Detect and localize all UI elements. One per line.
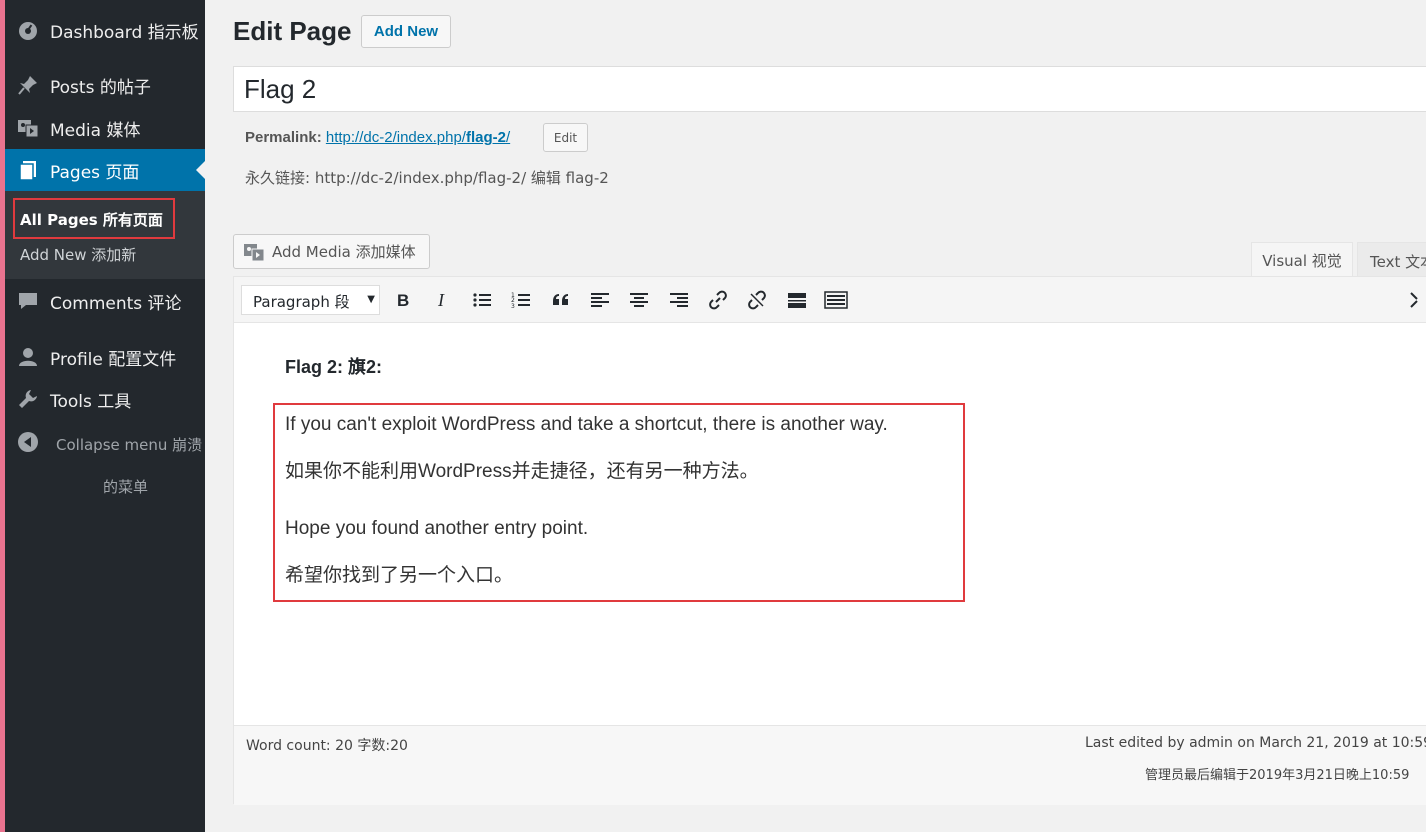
page-title: Edit Page <box>233 16 352 46</box>
toolbar-toggle-icon[interactable] <box>823 287 849 313</box>
permalink-trail: / <box>505 129 511 146</box>
content-heading: Flag 2: 旗2: <box>285 357 383 377</box>
pages-icon <box>19 161 36 181</box>
fullscreen-icon[interactable] <box>1406 287 1426 313</box>
pages-submenu: All Pages 所有页面 Add New 添加新 <box>5 191 205 279</box>
highlight-box <box>13 198 175 239</box>
align-right-icon[interactable] <box>666 287 692 313</box>
editor-content[interactable]: Flag 2: 旗2: If you can't exploit WordPre… <box>234 323 1426 725</box>
editor-status-bar: Word count: 20 字数:20 Last edited by admi… <box>234 725 1426 805</box>
format-select[interactable]: Paragraph 段 ▼ <box>241 285 380 315</box>
add-media-button[interactable]: Add Media 添加媒体 <box>233 234 430 269</box>
permalink-translation: 永久链接: http://dc-2/index.php/flag-2/ 编辑 f… <box>245 169 609 187</box>
word-count: Word count: 20 字数:20 <box>246 738 408 754</box>
permalink-label: Permalink: <box>245 129 322 146</box>
wrench-icon <box>19 390 37 408</box>
numbered-list-icon[interactable]: 123 <box>508 287 534 313</box>
remove-link-icon[interactable] <box>744 287 770 313</box>
comment-icon <box>19 293 37 309</box>
collapse-menu-label: Collapse menu 崩溃 <box>56 436 203 454</box>
submenu-item-add-new[interactable]: Add New 添加新 <box>20 244 136 265</box>
content-paragraph: Hope you found another entry point. <box>285 518 589 539</box>
last-edited: Last edited by admin on March 21, 2019 a… <box>1085 735 1426 751</box>
bulleted-list-icon[interactable] <box>469 287 495 313</box>
align-left-icon[interactable] <box>587 287 613 313</box>
sidebar-item-posts[interactable]: Posts 的帖子 <box>5 64 205 106</box>
bold-icon[interactable]: B <box>390 287 416 313</box>
collapse-arrow-icon <box>18 432 38 452</box>
sidebar-item-label: Dashboard 指示板 <box>50 22 199 43</box>
admin-sidebar: Dashboard 指示板 Posts 的帖子 Media 媒体 Pages 页… <box>5 0 205 832</box>
sidebar-item-label: Media 媒体 <box>50 120 141 141</box>
align-center-icon[interactable] <box>626 287 652 313</box>
svg-text:I: I <box>437 291 445 309</box>
tab-text[interactable]: Text 文本 <box>1357 242 1426 277</box>
permalink-base: http://dc-2/index.php/ <box>325 129 466 146</box>
sidebar-item-label: Profile 配置文件 <box>50 349 177 370</box>
permalink: Permalink: http://dc-2/index.php/flag-2/ <box>245 129 510 146</box>
sidebar-item-comments[interactable]: Comments 评论 <box>5 280 205 322</box>
permalink-link[interactable]: http://dc-2/index.php/flag-2/ <box>326 129 510 146</box>
sidebar-item-profile[interactable]: Profile 配置文件 <box>5 336 205 378</box>
collapse-menu-label-cont: 的菜单 <box>103 478 149 496</box>
read-more-icon[interactable] <box>784 287 810 313</box>
svg-text:B: B <box>397 291 409 309</box>
content-paragraph: If you can't exploit WordPress and take … <box>285 414 888 435</box>
permalink-edit-button[interactable]: Edit <box>543 123 588 152</box>
sidebar-item-media[interactable]: Media 媒体 <box>5 107 205 149</box>
content-editor: Paragraph 段 ▼ B I 123 Flag 2: 旗2: If you… <box>233 276 1426 805</box>
svg-text:3: 3 <box>511 303 515 309</box>
sidebar-item-label: Comments 评论 <box>50 293 182 314</box>
sidebar-item-dashboard[interactable]: Dashboard 指示板 <box>5 9 205 51</box>
permalink-slug: flag-2 <box>465 129 506 146</box>
post-title-input[interactable] <box>233 66 1426 112</box>
pin-icon <box>18 76 37 95</box>
content-paragraph: 希望你找到了另一个入口。 <box>285 565 514 586</box>
user-icon <box>19 348 37 366</box>
blockquote-icon[interactable] <box>548 287 574 313</box>
content-paragraph: 如果你不能利用WordPress并走捷径，还有另一种方法。 <box>285 461 759 482</box>
last-edited-translation: 管理员最后编辑于2019年3月21日晚上10:59 <box>1145 768 1410 783</box>
add-new-button[interactable]: Add New <box>361 15 451 48</box>
sidebar-item-label: Pages 页面 <box>50 162 140 183</box>
sidebar-item-tools[interactable]: Tools 工具 <box>5 378 205 420</box>
media-icon <box>18 120 39 138</box>
add-media-label: Add Media 添加媒体 <box>272 243 416 261</box>
media-icon <box>244 243 265 261</box>
editor-toolbar: Paragraph 段 ▼ B I 123 <box>234 277 1426 323</box>
format-select-value: Paragraph 段 <box>253 293 350 311</box>
insert-link-icon[interactable] <box>705 287 731 313</box>
tab-visual[interactable]: Visual 视觉 <box>1251 242 1353 277</box>
chevron-down-icon: ▼ <box>367 294 375 305</box>
sidebar-item-pages[interactable]: Pages 页面 <box>5 149 205 191</box>
sidebar-item-label: Tools 工具 <box>50 391 132 412</box>
dashboard-icon <box>19 22 37 40</box>
italic-icon[interactable]: I <box>429 287 455 313</box>
sidebar-item-label: Posts 的帖子 <box>50 77 151 98</box>
